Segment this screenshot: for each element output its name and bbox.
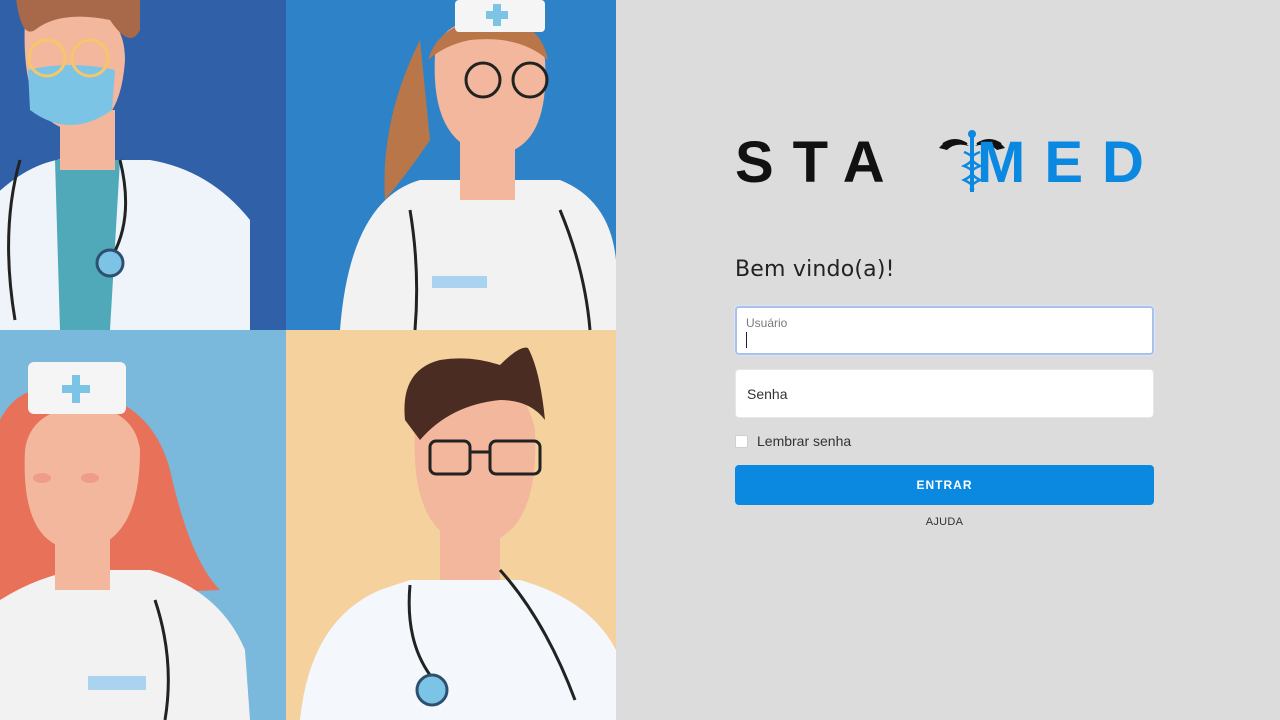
help-link[interactable]: AJUDA — [735, 516, 1154, 528]
remember-password[interactable]: Lembrar senha — [735, 433, 851, 449]
brand-prefix: STA — [735, 130, 904, 194]
password-field[interactable]: Senha — [735, 369, 1154, 418]
hero-illustration — [0, 0, 616, 720]
statmed-logo: STA MED — [735, 128, 1160, 194]
remember-checkbox[interactable] — [735, 434, 748, 448]
login-panel — [616, 0, 1280, 720]
welcome-heading: Bem vindo(a)! — [735, 257, 895, 282]
submit-button[interactable]: ENTRAR — [735, 465, 1154, 505]
username-field[interactable]: Usuário — [735, 306, 1154, 355]
remember-label: Lembrar senha — [757, 433, 852, 449]
brand-suffix: MED — [977, 130, 1160, 194]
